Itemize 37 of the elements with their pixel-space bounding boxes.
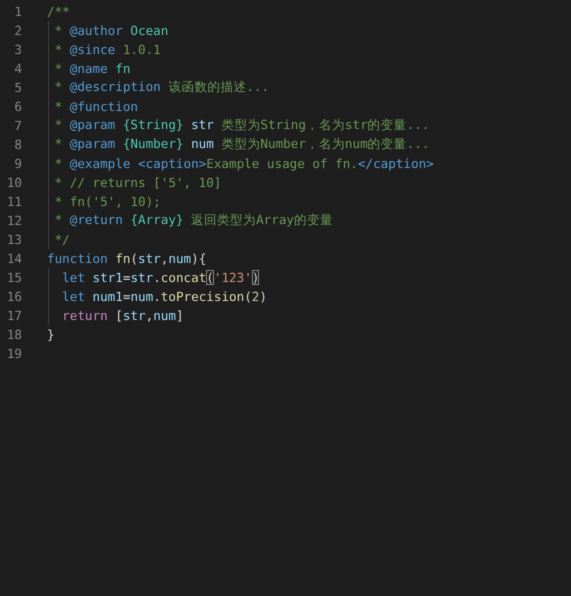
code-line: * @description 该函数的描述... <box>54 79 270 96</box>
line-number: 5 <box>13 80 22 95</box>
code-line: /** <box>47 4 70 19</box>
code-line: * @since 1.0.1 <box>54 42 161 57</box>
line-number: 18 <box>6 327 22 342</box>
code-line: } <box>47 327 55 342</box>
code-line: let num1=num.toPrecision(2) <box>61 289 267 304</box>
line-number: 17 <box>6 308 22 323</box>
code-line: * @name fn <box>54 61 130 76</box>
line-number: 4 <box>13 61 22 76</box>
line-number: 3 <box>13 42 22 57</box>
code-line: * @param {String} str 类型为String，名为str的变量... <box>54 117 430 134</box>
line-number: 12 <box>6 213 22 228</box>
line-number: 9 <box>13 156 22 171</box>
line-number: 8 <box>13 137 22 152</box>
code-line: let str1=str.concat('123') <box>61 270 260 285</box>
line-number: 2 <box>13 23 22 38</box>
line-number: 11 <box>6 194 22 209</box>
code-line: * @example <caption>Example usage of fn.</caption> <box>54 156 434 171</box>
code-line: function fn(str,num){ <box>47 251 206 266</box>
code-line: * @param {Number} num 类型为Number，名为num的变量... <box>54 136 430 153</box>
code-line: * // returns ['5', 10] <box>54 175 222 190</box>
line-number: 16 <box>6 289 22 304</box>
line-number: 13 <box>6 232 22 247</box>
code-line: */ <box>54 232 70 247</box>
line-number: 15 <box>6 270 22 285</box>
line-number: 10 <box>6 175 22 190</box>
line-number: 1 <box>13 4 22 19</box>
code-line: * @author Ocean <box>54 23 168 38</box>
code-line: * fn('5', 10); <box>54 194 161 209</box>
code-line: * @function <box>54 99 138 114</box>
code-line: * @return {Array} 返回类型为Array的变量 <box>54 212 333 229</box>
line-number: 19 <box>6 346 22 361</box>
line-number: 7 <box>13 118 22 133</box>
code-line: return [str,num] <box>61 308 184 323</box>
line-number: 6 <box>13 99 22 114</box>
line-number: 14 <box>6 251 22 266</box>
